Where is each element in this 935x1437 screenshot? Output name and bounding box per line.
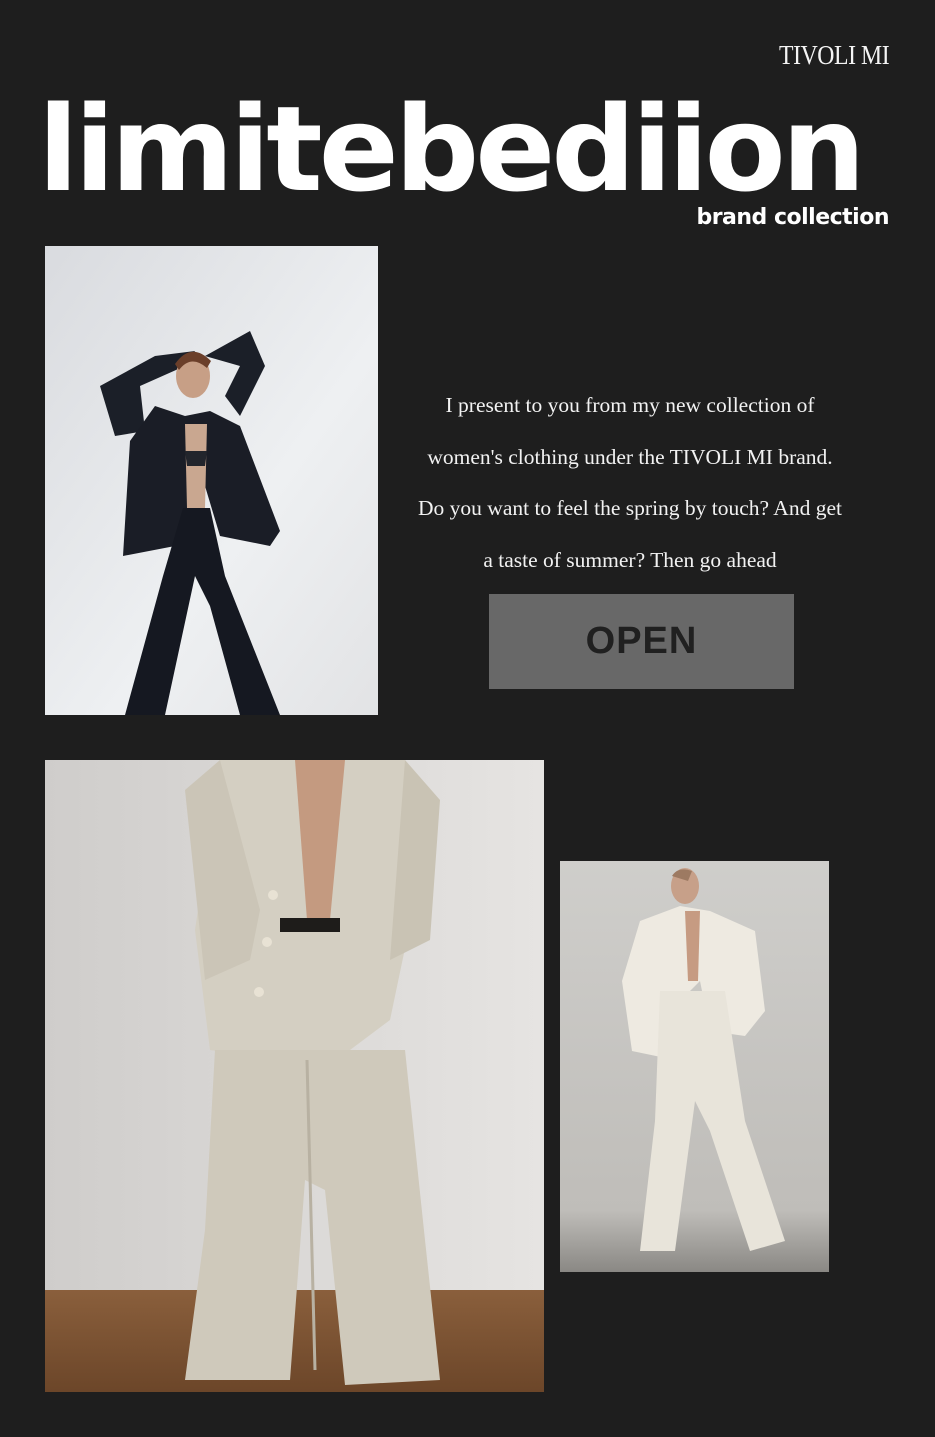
photo-beige-suit	[45, 760, 544, 1392]
intro-line: a taste of summer? Then go ahead	[483, 547, 777, 572]
intro-line: I present to you from my new collection …	[445, 393, 815, 417]
brand-name: TIVOLI MI	[778, 40, 890, 70]
open-button[interactable]: OPEN	[489, 594, 794, 689]
intro-text: I present to you from my new collection …	[380, 380, 880, 586]
page-title: limitebediion	[38, 80, 866, 218]
photo-navy-suit	[45, 246, 378, 715]
photo-white-suit	[560, 861, 829, 1272]
intro-line: women's clothing under the TIVOLI MI bra…	[427, 444, 833, 469]
page-subtitle: brand collection	[696, 205, 889, 230]
intro-line: Do you want to feel the spring by touch?…	[418, 496, 842, 520]
